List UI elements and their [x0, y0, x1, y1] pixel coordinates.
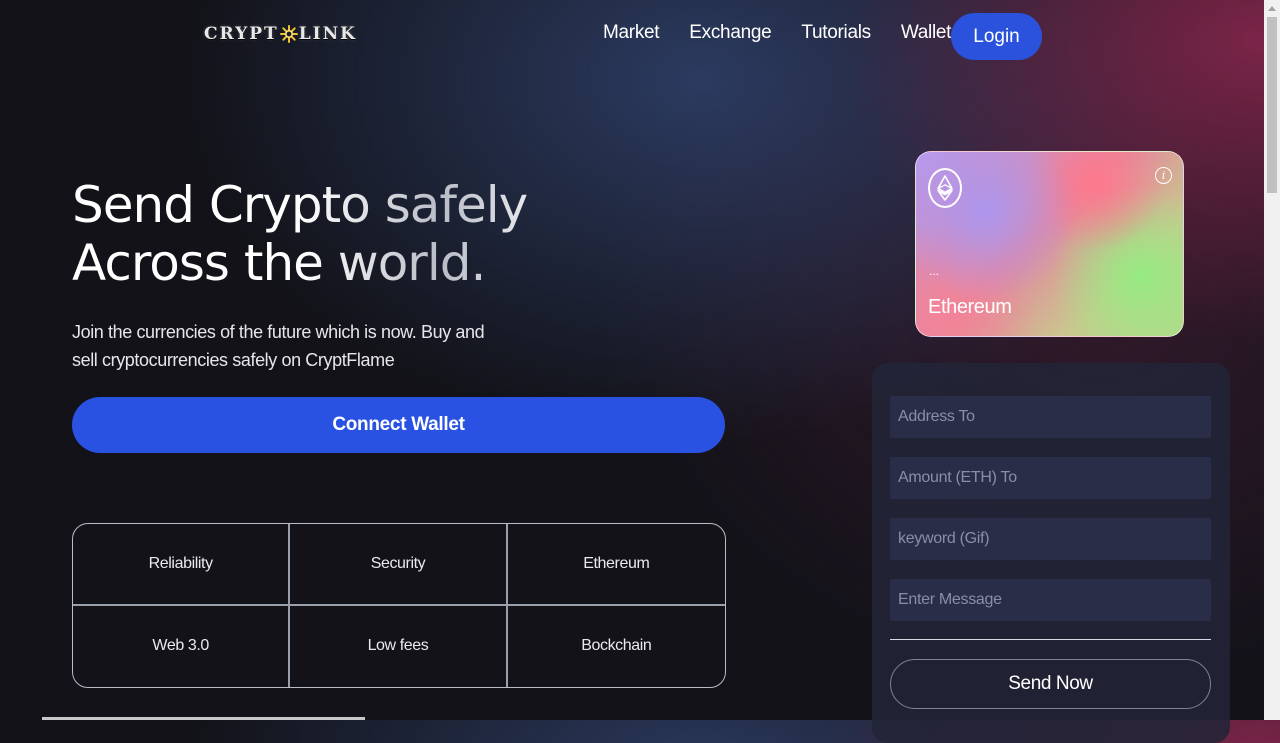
hero-subtitle: Join the currencies of the future which … — [72, 322, 485, 370]
logo-text-right: LINK — [298, 24, 357, 44]
send-form: Send Now — [872, 363, 1230, 743]
nav-exchange[interactable]: Exchange — [689, 22, 771, 44]
scrollbar-thumb[interactable] — [1267, 17, 1277, 193]
keyword-input[interactable] — [890, 518, 1211, 560]
features-grid: Reliability Security Ethereum Web 3.0 Lo… — [72, 523, 726, 688]
hero-title: Send Crypto safely Across the world. — [72, 176, 532, 292]
feature-security: Security — [290, 524, 508, 606]
connect-wallet-button[interactable]: Connect Wallet — [72, 397, 725, 453]
feature-web3: Web 3.0 — [73, 605, 291, 687]
card-network-name: Ethereum — [928, 296, 1012, 318]
card-address: ... — [929, 264, 940, 278]
logo-text-left: CRYPT — [204, 24, 279, 44]
feature-ethereum: Ethereum — [507, 524, 725, 606]
vertical-scrollbar[interactable] — [1264, 0, 1280, 720]
ethereum-card: i ... Ethereum — [915, 151, 1184, 337]
amount-input[interactable] — [890, 457, 1211, 499]
feature-blockchain: Bockchain — [581, 637, 652, 655]
feature-reliability: Reliability — [73, 524, 291, 606]
cryptolink-logo[interactable]: CRYPT LINK — [204, 24, 357, 44]
send-now-button[interactable]: Send Now — [890, 659, 1211, 709]
address-to-input[interactable] — [890, 396, 1211, 438]
nav-market[interactable]: Market — [603, 22, 660, 44]
feature-low-fees: Low fees — [290, 605, 508, 687]
main-nav: Market Exchange Tutorials Wallets — [603, 22, 990, 44]
nav-tutorials[interactable]: Tutorials — [801, 22, 871, 44]
info-icon[interactable]: i — [1155, 167, 1172, 184]
coin-burst-icon — [279, 25, 298, 43]
scroll-up-arrow-icon[interactable] — [1264, 0, 1280, 16]
form-divider — [890, 639, 1211, 640]
ethereum-icon — [928, 168, 962, 208]
login-button[interactable]: Login — [951, 13, 1042, 60]
message-input[interactable] — [890, 579, 1211, 621]
